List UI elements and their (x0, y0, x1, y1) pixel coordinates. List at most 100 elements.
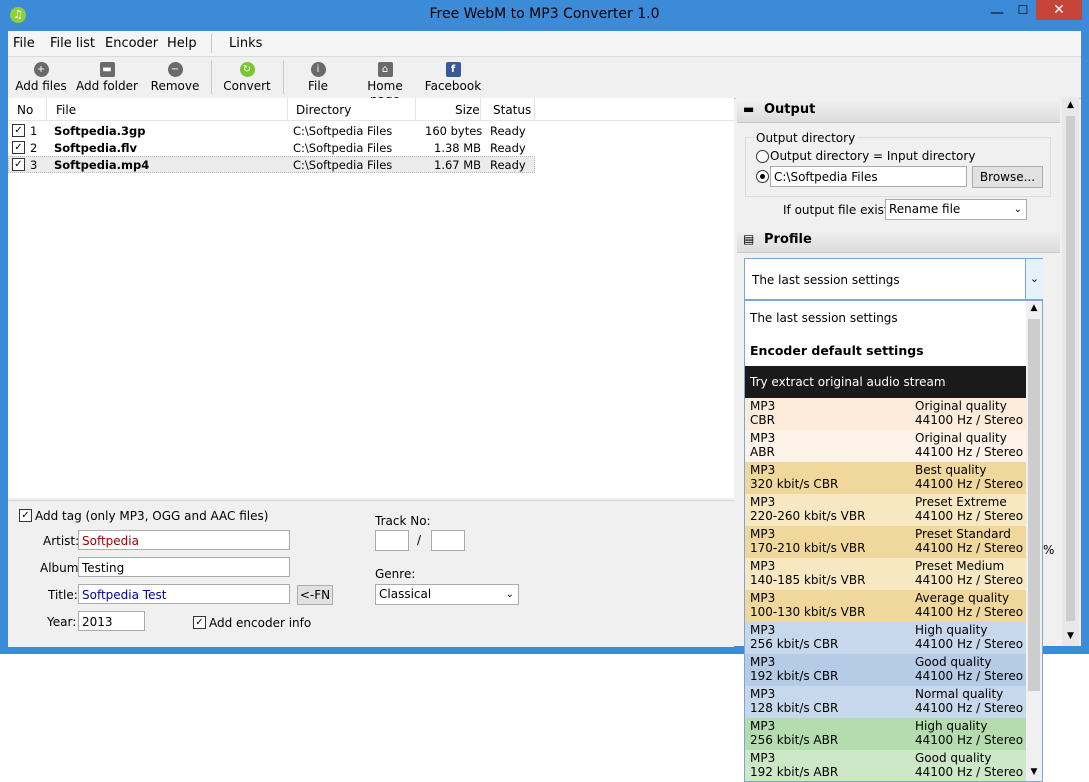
track-number-input[interactable] (375, 530, 409, 551)
genre-select[interactable]: Classical ⌄ (375, 584, 519, 605)
profile-option[interactable]: MP3 192 kbit/s ABR Good quality 44100 Hz / … (745, 750, 1026, 781)
profile-dropdown-list[interactable]: The last session settings Encoder default… (744, 300, 1043, 782)
menu-file[interactable]: File (13, 36, 35, 51)
chevron-down-icon: ⌄ (505, 589, 514, 600)
menu-links[interactable]: Links (229, 36, 262, 51)
chevron-down-icon[interactable]: ⌄ (1025, 259, 1043, 299)
column-header-no[interactable]: No (17, 103, 33, 117)
profile-section-header[interactable]: ▤ Profile (737, 228, 1060, 253)
plus-icon: + (33, 62, 49, 77)
profile-header-label: Profile (764, 232, 812, 247)
row-checkbox[interactable]: ✓ (12, 158, 25, 171)
filename-to-title-button[interactable]: <-FN (297, 585, 333, 605)
column-separator (287, 98, 288, 120)
maximize-button[interactable]: ☐ (1010, 0, 1036, 20)
scroll-up-icon[interactable]: ▲ (1026, 303, 1042, 313)
option-format: MP3 (750, 623, 776, 637)
option-bitrate: 256 kbit/s ABR (750, 733, 839, 747)
custom-directory-radio[interactable] (756, 170, 769, 183)
artist-input[interactable]: Softpedia (78, 530, 290, 550)
profile-option[interactable]: The last session settings (745, 302, 1026, 334)
menu-encoder[interactable]: Encoder (105, 36, 158, 51)
add-folder-label: Add folder (76, 79, 138, 93)
panel-scrollbar[interactable]: ▲ ▼ (1062, 98, 1079, 646)
minimize-button[interactable]: — (984, 6, 1010, 20)
menu-file-list[interactable]: File list (50, 36, 95, 51)
profile-option[interactable]: MP3 170-210 kbit/s VBR Preset Standard 4410… (745, 526, 1026, 558)
browse-button[interactable]: Browse... (972, 166, 1043, 188)
scroll-up-icon[interactable]: ▲ (1062, 100, 1079, 110)
convert-button[interactable]: ↻ Convert (221, 58, 273, 96)
option-samplerate: 44100 Hz / Stereo (915, 765, 1024, 779)
output-directory-group-label: Output directory (754, 131, 858, 145)
row-checkbox[interactable]: ✓ (12, 141, 25, 154)
option-format: MP3 (750, 655, 776, 669)
option-bitrate: 100-130 kbit/s VBR (750, 605, 866, 619)
file-info-button[interactable]: i File (296, 58, 340, 96)
add-files-button[interactable]: + Add files (14, 58, 68, 96)
remove-label: Remove (150, 79, 200, 93)
profile-select[interactable]: The last session settings ⌄ (744, 258, 1043, 300)
option-quality: Preset Extreme (915, 495, 1007, 509)
profile-option[interactable]: Try extract original audio stream (745, 366, 1026, 398)
output-path-input[interactable]: C:\Softpedia Files (770, 166, 967, 187)
profile-option[interactable]: Encoder default settings (745, 334, 1026, 366)
output-section-header[interactable]: ▬ Output (737, 98, 1060, 123)
add-folder-button[interactable]: ▬ Add folder (76, 58, 138, 96)
profile-option[interactable]: MP3 ABR Original quality 44100 Hz / Stereo (745, 430, 1026, 462)
profile-option[interactable]: MP3 100-130 kbit/s VBR Average quality 4410… (745, 590, 1026, 622)
option-label: The last session settings (750, 311, 898, 325)
column-header-directory[interactable]: Directory (296, 103, 351, 117)
profile-option[interactable]: MP3 256 kbit/s CBR High quality 44100 Hz / … (745, 622, 1026, 654)
scrollbar-thumb[interactable] (1066, 116, 1075, 621)
close-button[interactable]: ✕ (1036, 0, 1082, 20)
profile-option[interactable]: MP3 220-260 kbit/s VBR Preset Extreme 44100… (745, 494, 1026, 526)
option-quality: Good quality (915, 655, 992, 669)
profile-option[interactable]: MP3 128 kbit/s CBR Normal quality 44100 Hz … (745, 686, 1026, 718)
toolbar-separator (211, 60, 212, 94)
title-input[interactable]: Softpedia Test (78, 584, 290, 604)
option-quality: Preset Standard (915, 527, 1011, 541)
profile-option[interactable]: MP3 CBR Original quality 44100 Hz / Stereo (745, 398, 1026, 430)
row-number: 2 (30, 141, 38, 155)
option-bitrate: 192 kbit/s ABR (750, 765, 839, 779)
profile-option[interactable]: MP3 192 kbit/s CBR Good quality 44100 Hz / … (745, 654, 1026, 686)
album-input[interactable]: Testing (78, 557, 290, 577)
row-status: Ready (490, 124, 526, 138)
track-total-input[interactable] (431, 530, 465, 551)
column-header-size[interactable]: Size (455, 103, 480, 117)
option-quality: Normal quality (915, 687, 1004, 701)
same-as-input-radio[interactable] (756, 150, 769, 163)
option-samplerate: 44100 Hz / Stereo (915, 701, 1024, 715)
add-tag-checkbox[interactable]: ✓ (19, 509, 32, 522)
scroll-down-icon[interactable]: ▼ (1062, 631, 1079, 641)
scrollbar-thumb[interactable] (1028, 319, 1040, 691)
scroll-down-icon[interactable]: ▼ (1026, 767, 1042, 777)
file-info-label: File (307, 79, 329, 93)
row-checkbox[interactable]: ✓ (12, 124, 25, 137)
chevron-down-icon: ⌄ (1013, 204, 1022, 215)
year-input[interactable]: 2013 (78, 611, 145, 631)
profile-option[interactable]: MP3 320 kbit/s CBR Best quality 44100 Hz / … (745, 462, 1026, 494)
table-row[interactable]: ✓ 1 Softpedia.3gp C:\Softpedia Files 160… (8, 122, 535, 139)
document-icon: ▤ (743, 232, 755, 246)
row-file: Softpedia.flv (54, 141, 138, 155)
column-header-status[interactable]: Status (493, 103, 531, 117)
table-row[interactable]: ✓ 2 Softpedia.flv C:\Softpedia Files 1.3… (8, 139, 535, 156)
profile-option[interactable]: MP3 256 kbit/s ABR High quality 44100 Hz / … (745, 718, 1026, 750)
column-header-file[interactable]: File (56, 103, 76, 117)
option-bitrate: 140-185 kbit/s VBR (750, 573, 866, 587)
add-encoder-info-checkbox[interactable]: ✓ (193, 616, 206, 629)
profile-option[interactable]: MP3 140-185 kbit/s VBR Preset Medium 44100 … (745, 558, 1026, 590)
track-separator: / (417, 533, 422, 547)
home-page-button[interactable]: ⌂ Home page (352, 58, 418, 107)
menu-help[interactable]: Help (167, 36, 197, 51)
option-format: MP3 (750, 463, 776, 477)
facebook-button[interactable]: f Facebook (424, 58, 482, 96)
remove-button[interactable]: − Remove (148, 58, 202, 96)
option-label: Encoder default settings (750, 343, 924, 358)
file-exists-select[interactable]: Rename file ⌄ (885, 199, 1027, 220)
option-quality: Preset Medium (915, 559, 1005, 573)
table-row[interactable]: ✓ 3 Softpedia.mp4 C:\Softpedia Files 1.6… (8, 156, 535, 173)
dropdown-scrollbar[interactable]: ▲ ▼ (1026, 301, 1042, 781)
